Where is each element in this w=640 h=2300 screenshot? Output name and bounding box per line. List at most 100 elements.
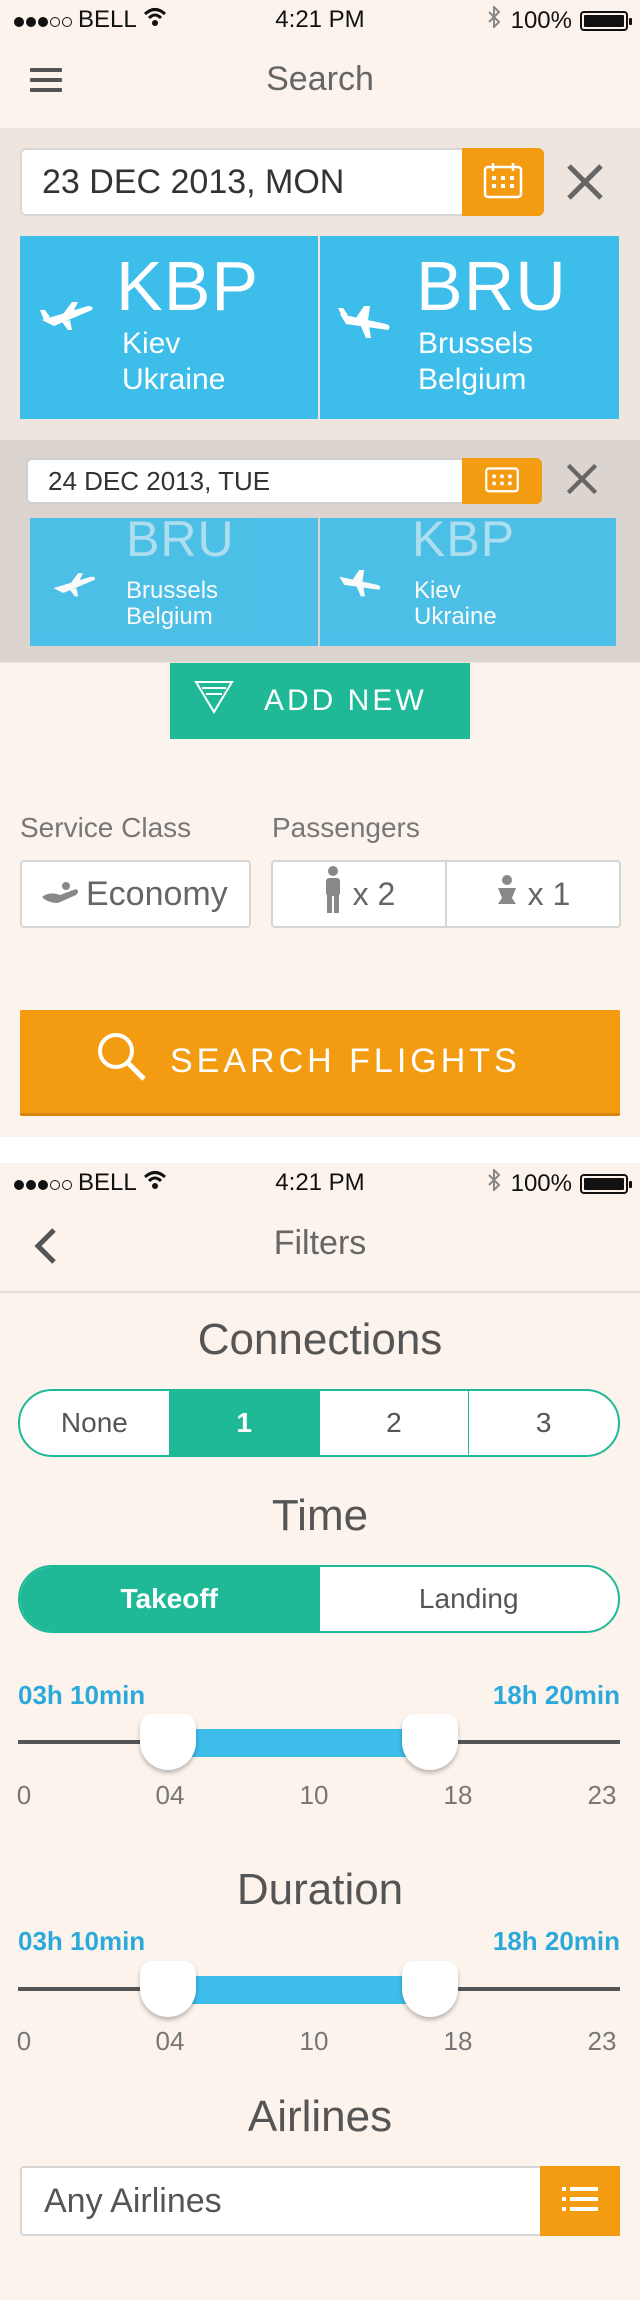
destination-city-name: Brussels — [418, 327, 534, 360]
arrival-plane-icon — [336, 570, 384, 603]
nav-divider — [0, 1291, 640, 1293]
origin-city: Brussels Belgium — [126, 578, 218, 630]
flight-2-origin-card[interactable]: BRU Brussels Belgium — [30, 511, 318, 646]
status-bar: BELL 4:21 PM 100% — [0, 0, 640, 40]
battery-label: 100% — [510, 1169, 572, 1197]
origin-city-name: Brussels — [126, 577, 219, 604]
origin-country: Belgium — [126, 603, 213, 630]
airlines-select[interactable]: Any Airlines — [20, 2166, 542, 2236]
time-slider-min-handle[interactable] — [140, 1714, 196, 1770]
connections-option-3[interactable]: 3 — [469, 1391, 618, 1455]
destination-city-name: Kiev — [414, 577, 461, 604]
battery-icon — [580, 10, 632, 31]
time-tick-04: 04 — [155, 1780, 185, 1810]
origin-code: BRU — [126, 511, 235, 567]
destination-code: BRU — [416, 247, 567, 325]
flight-1-date-field[interactable]: 23 DEC 2013, MON — [20, 148, 464, 216]
status-bar: BELL 4:21 PM 100% — [0, 1163, 640, 1203]
battery-info: 100% — [487, 1167, 632, 1198]
connections-option-2[interactable]: 2 — [320, 1391, 470, 1455]
battery-info: 100% — [487, 4, 632, 35]
infant-icon — [496, 874, 518, 914]
list-icon — [562, 2186, 598, 2217]
flight-2-date: 24 DEC 2013, TUE — [48, 465, 271, 496]
origin-code: KBP — [116, 247, 260, 325]
duration-tick-10: 10 — [299, 2026, 329, 2056]
origin-country: Ukraine — [122, 363, 226, 396]
flight-2-remove-icon[interactable] — [560, 462, 604, 502]
destination-country: Belgium — [418, 363, 527, 396]
duration-tick-18: 18 — [443, 2026, 473, 2056]
airlines-title: Airlines — [247, 2092, 393, 2141]
flight-1-destination-card[interactable]: BRU Brussels Belgium — [320, 236, 619, 419]
duration-title: Duration — [236, 1865, 404, 1914]
departure-plane-icon — [50, 570, 98, 603]
flight-2-date-field[interactable]: 24 DEC 2013, TUE — [26, 458, 464, 504]
flight-1-origin-card[interactable]: KBP Kiev Ukraine — [20, 236, 318, 419]
duration-range-min: 03h 10min — [18, 1926, 146, 1956]
search-icon — [96, 1031, 148, 1092]
destination-city: Brussels Belgium — [418, 326, 533, 398]
connections-option-1[interactable]: 1 — [169, 1391, 320, 1455]
destination-code: KBP — [412, 511, 516, 567]
infants-count: x 1 — [527, 875, 571, 912]
service-class-select[interactable]: Economy — [20, 860, 251, 928]
screen-divider — [0, 1137, 640, 1163]
airlines-value: Any Airlines — [44, 2181, 222, 2220]
calendar-icon — [483, 161, 523, 204]
time-range-max: 18h 20min — [492, 1680, 620, 1710]
arrival-plane-icon — [338, 306, 392, 345]
economy-seat-icon — [40, 875, 80, 914]
time-segmented-control[interactable]: Takeoff Landing — [18, 1565, 620, 1633]
time-tick-10: 10 — [299, 1780, 329, 1810]
duration-slider-max-handle[interactable] — [402, 1961, 458, 2017]
airlines-list-button[interactable] — [540, 2166, 620, 2236]
duration-slider-min-handle[interactable] — [140, 1961, 196, 2017]
duration-range-max: 18h 20min — [492, 1926, 620, 1956]
infants-counter[interactable]: x 1 — [447, 862, 619, 926]
flight-1-calendar-button[interactable] — [462, 148, 544, 216]
page-title: Search — [266, 60, 374, 98]
time-slider-max-handle[interactable] — [402, 1714, 458, 1770]
time-tick-0: 0 — [16, 1780, 32, 1810]
origin-city: Kiev Ukraine — [122, 326, 225, 398]
calendar-icon — [484, 465, 520, 498]
adults-count: x 2 — [352, 875, 396, 912]
adults-counter[interactable]: x 2 — [273, 862, 447, 926]
connections-title: Connections — [197, 1315, 443, 1364]
flight-1-remove-icon[interactable] — [560, 152, 610, 212]
time-tick-18: 18 — [443, 1780, 473, 1810]
passengers-label: Passengers — [272, 812, 420, 843]
time-slider-selected-range — [168, 1729, 432, 1757]
duration-tick-23: 23 — [587, 2026, 617, 2056]
destination-city: Kiev Ukraine — [414, 578, 497, 630]
connections-option-none[interactable]: None — [20, 1391, 170, 1455]
battery-label: 100% — [510, 6, 572, 34]
search-flights-label: SEARCH FLIGHTS — [170, 1042, 521, 1080]
time-option-takeoff[interactable]: Takeoff — [20, 1567, 320, 1631]
add-new-button[interactable]: ADD NEW — [170, 663, 470, 739]
search-flights-button[interactable]: SEARCH FLIGHTS — [20, 1010, 620, 1116]
duration-slider-selected-range — [168, 1976, 432, 2004]
flight-2-calendar-button[interactable] — [462, 458, 542, 504]
origin-city-name: Kiev — [122, 327, 181, 360]
passengers-selector[interactable]: x 2 x 1 — [271, 860, 621, 928]
destination-country: Ukraine — [414, 603, 497, 630]
bluetooth-icon — [487, 1167, 501, 1198]
bluetooth-icon — [487, 4, 501, 35]
filters-title: Filters — [273, 1224, 367, 1262]
adult-person-icon — [323, 865, 343, 923]
time-title: Time — [271, 1491, 369, 1540]
battery-icon — [580, 1173, 632, 1194]
flight-2-destination-card[interactable]: KBP Kiev Ukraine — [320, 511, 616, 646]
time-range-min: 03h 10min — [18, 1680, 146, 1710]
time-tick-23: 23 — [587, 1780, 617, 1810]
connections-segmented-control[interactable]: None 1 2 3 — [18, 1389, 620, 1457]
duration-tick-04: 04 — [155, 2026, 185, 2056]
add-new-icon — [194, 680, 234, 722]
time-option-landing[interactable]: Landing — [320, 1567, 619, 1631]
service-class-value: Economy — [86, 874, 228, 913]
add-new-label: ADD NEW — [264, 684, 427, 717]
departure-plane-icon — [40, 298, 94, 337]
flight-1-date: 23 DEC 2013, MON — [42, 162, 345, 201]
